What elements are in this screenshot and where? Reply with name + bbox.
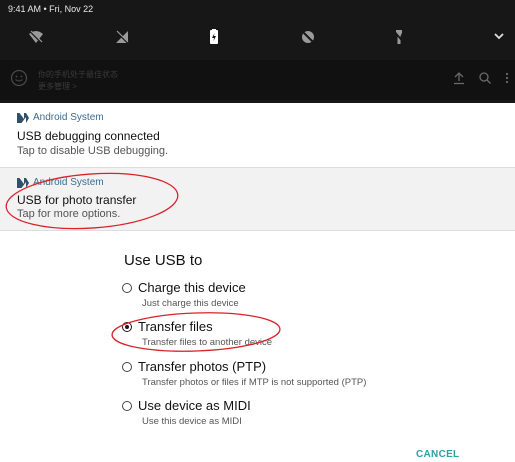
android-system-icon (17, 177, 29, 188)
radio-button[interactable] (122, 401, 132, 411)
android-system-icon (17, 112, 29, 123)
radio-button-selected[interactable] (122, 322, 132, 332)
wifi-off-icon[interactable] (25, 26, 47, 48)
more-options-icon[interactable] (500, 71, 514, 85)
option-label: Transfer files (138, 319, 213, 334)
notification-title: USB debugging connected (17, 129, 160, 143)
status-time-date: 9:41 AM • Fri, Nov 22 (8, 4, 94, 14)
battery-icon[interactable] (203, 26, 225, 48)
option-description: Transfer files to another device (142, 337, 273, 348)
option-description: Use this device as MIDI (142, 416, 242, 427)
notification-usb-debugging[interactable]: Android System USB debugging connected T… (0, 103, 515, 168)
notification-subtitle: Tap for more options. (17, 208, 121, 220)
search-icon[interactable] (478, 71, 492, 85)
notification-app-label: Android System (33, 177, 104, 188)
option-label: Use device as MIDI (138, 398, 251, 413)
dialog-title: Use USB to (124, 252, 203, 269)
option-description: Just charge this device (142, 298, 239, 309)
notification-app-name: Android System (17, 112, 104, 123)
location-off-icon[interactable] (297, 26, 319, 48)
cellular-off-icon[interactable] (111, 26, 133, 48)
notification-subtitle: Tap to disable USB debugging. (17, 145, 169, 157)
notification-app-name: Android System (17, 177, 104, 188)
radio-button[interactable] (122, 362, 132, 372)
upload-icon[interactable] (452, 71, 466, 85)
notification-title: USB for photo transfer (17, 193, 137, 207)
flashlight-off-icon[interactable] (388, 26, 410, 48)
system-status-bar[interactable]: 你的手机处于最佳状态 更多管理 > (0, 60, 515, 100)
radio-button[interactable] (122, 283, 132, 293)
option-description: Transfer photos or files if MTP is not s… (142, 377, 367, 388)
notification-app-label: Android System (33, 112, 104, 123)
cancel-button[interactable]: CANCEL (416, 449, 459, 460)
notification-shade: 9:41 AM • Fri, Nov 22 你的手机处于最佳状态 更多管理 > (0, 0, 515, 103)
smiley-icon (10, 69, 28, 87)
option-label: Charge this device (138, 280, 246, 295)
option-label: Transfer photos (PTP) (138, 359, 267, 374)
system-status-text: 你的手机处于最佳状态 (38, 70, 118, 79)
notification-usb-photo-transfer[interactable]: Android System USB for photo transfer Ta… (0, 168, 515, 231)
chevron-down-icon[interactable] (491, 28, 507, 44)
more-management-link[interactable]: 更多管理 > (38, 81, 77, 92)
quick-settings-row (0, 22, 515, 52)
